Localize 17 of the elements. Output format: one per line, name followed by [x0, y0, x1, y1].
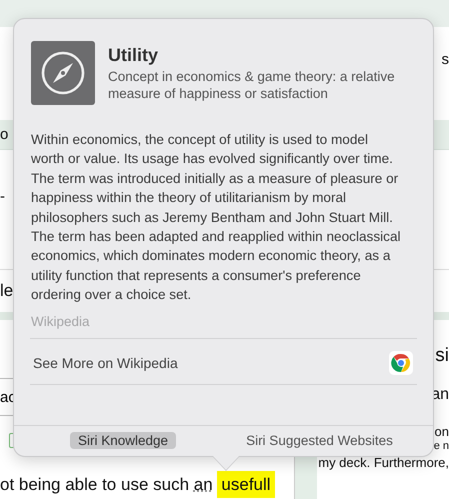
- text-fragment: e n: [434, 441, 449, 452]
- heading-fragment: s: [442, 51, 449, 68]
- text-fragment: si: [435, 346, 449, 365]
- text-fragment: o: [0, 126, 8, 143]
- source-tab[interactable]: Siri Knowledge: [70, 432, 176, 449]
- compass-icon: [31, 41, 95, 105]
- heading-fragment: le: [0, 281, 14, 301]
- summary-text: Within economics, the concept of utility is used to model worth or value. Its usage has evolved significantly over time. The term was introduced initially as a measure of pleasure or happiness within the theory of utilitarianism by moral philosophers such as Jeremy Bentham and John Stuart Mill. The term has been adapted and reapplied within neoclassical economics, which dominates modern economic theory, as a utility function that represents a consumer's preference ordering over a choice set.: [30, 131, 402, 304]
- text-fragment: my deck. Furthermore,: [318, 456, 449, 469]
- text-fragment: -: [0, 188, 5, 205]
- popover-title: Utility: [108, 45, 160, 66]
- source-tab[interactable]: Siri Suggested Websites: [238, 432, 401, 449]
- browser-icon: [389, 350, 413, 375]
- see-more-link[interactable]: See More on Wikipedia: [14, 338, 433, 384]
- text-fragment: on: [434, 425, 449, 438]
- source-label: Wikipedia: [30, 312, 91, 329]
- popover-subtitle: Concept in economics & game theory: a relative measure of happiness or satisfaction: [108, 68, 396, 102]
